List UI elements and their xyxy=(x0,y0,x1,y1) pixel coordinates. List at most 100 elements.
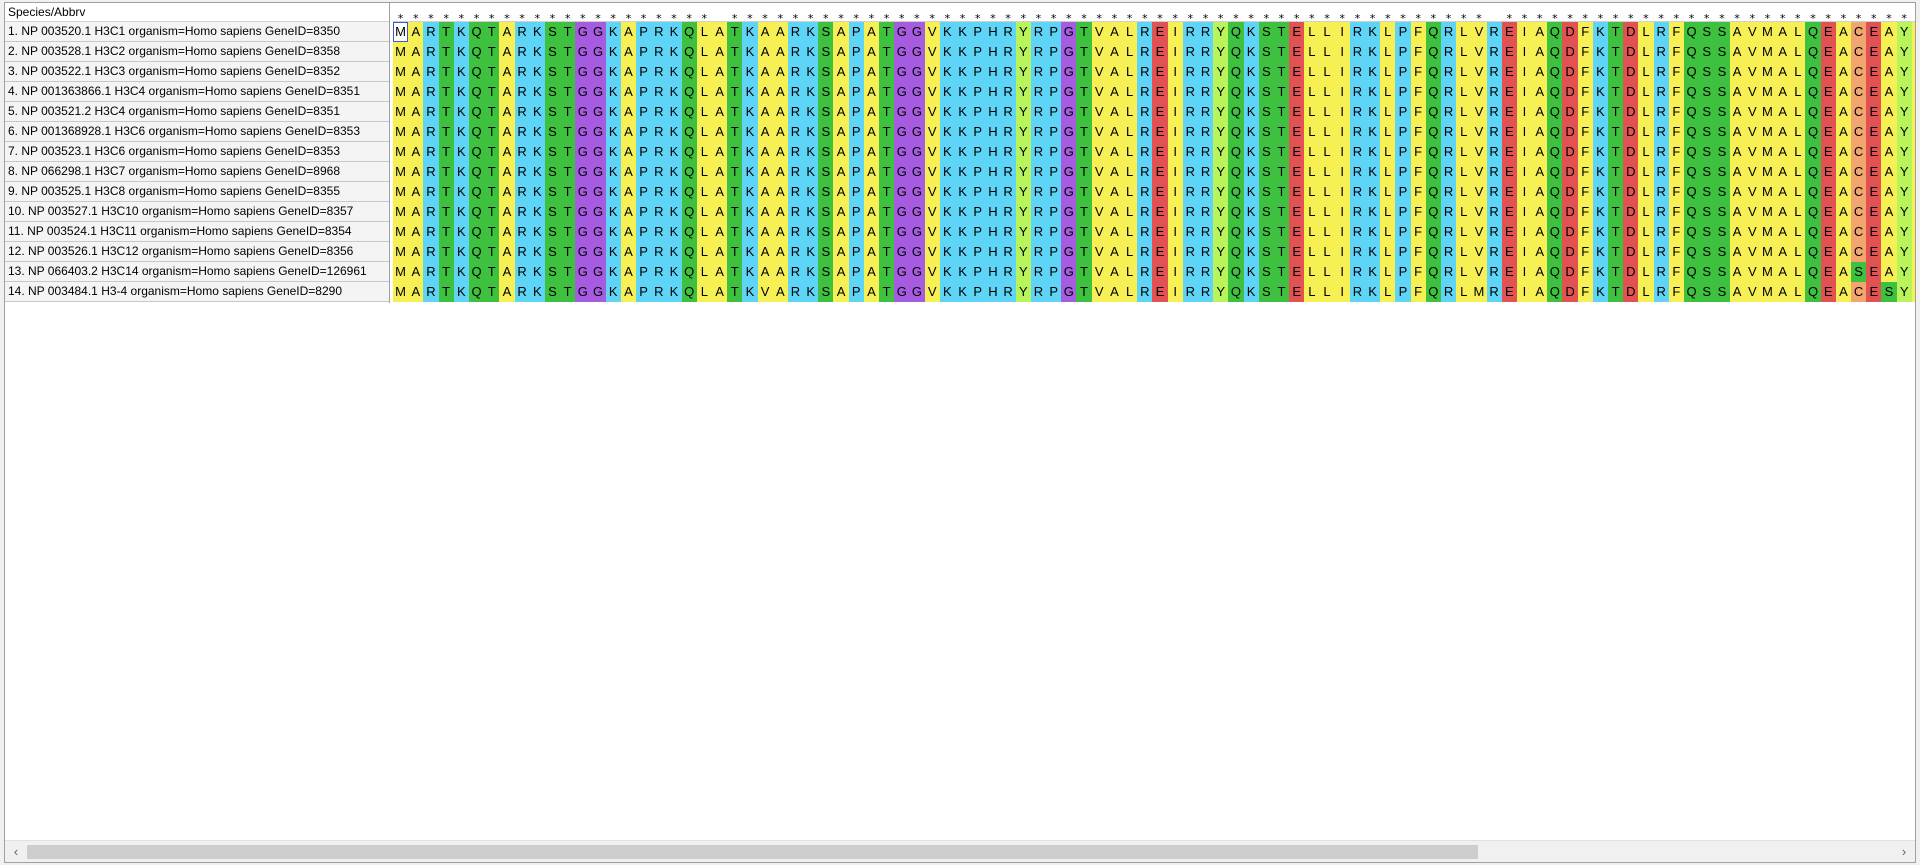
residue-cell[interactable]: A xyxy=(833,82,849,102)
residue-cell[interactable]: T xyxy=(438,262,454,282)
residue-cell[interactable]: G xyxy=(1061,282,1077,302)
residue-cell[interactable]: K xyxy=(666,222,682,242)
residue-cell[interactable]: L xyxy=(1319,182,1335,202)
residue-cell[interactable]: G xyxy=(590,102,606,122)
residue-cell[interactable]: F xyxy=(1410,262,1426,282)
residue-cell[interactable]: Q xyxy=(1805,22,1821,42)
residue-cell[interactable]: R xyxy=(1486,162,1502,182)
residue-cell[interactable]: Q xyxy=(1805,242,1821,262)
residue-cell[interactable]: L xyxy=(1304,82,1320,102)
residue-cell[interactable]: F xyxy=(1410,222,1426,242)
residue-cell[interactable]: V xyxy=(1471,162,1487,182)
residue-cell[interactable]: R xyxy=(1000,22,1016,42)
residue-cell[interactable]: Q xyxy=(1425,182,1441,202)
species-row[interactable]: 1. NP 003520.1 H3C1 organism=Homo sapien… xyxy=(5,22,389,42)
residue-cell[interactable]: A xyxy=(1729,82,1745,102)
residue-cell[interactable]: T xyxy=(560,242,576,262)
residue-cell[interactable]: R xyxy=(787,142,804,162)
residue-cell[interactable]: R xyxy=(1197,22,1214,42)
residue-cell[interactable]: P xyxy=(848,102,864,122)
residue-cell[interactable]: T xyxy=(1608,242,1624,262)
residue-cell[interactable]: V xyxy=(1091,102,1107,122)
residue-cell[interactable]: G xyxy=(1061,62,1077,82)
residue-cell[interactable]: Y xyxy=(1213,202,1229,222)
residue-cell[interactable]: S xyxy=(544,82,561,102)
species-row[interactable]: 5. NP 003521.2 H3C4 organism=Homo sapien… xyxy=(5,102,389,122)
residue-cell[interactable]: Q xyxy=(1228,222,1244,242)
residue-cell[interactable]: T xyxy=(1608,122,1624,142)
residue-cell[interactable]: R xyxy=(1197,122,1214,142)
residue-cell[interactable]: G xyxy=(909,202,925,222)
residue-cell[interactable]: R xyxy=(423,222,439,242)
residue-cell[interactable]: K xyxy=(1365,222,1381,242)
residue-cell[interactable]: P xyxy=(1395,162,1411,182)
residue-cell[interactable]: G xyxy=(575,42,591,62)
residue-cell[interactable]: R xyxy=(1182,262,1198,282)
residue-cell[interactable]: A xyxy=(757,82,773,102)
residue-cell[interactable]: K xyxy=(939,22,955,42)
residue-cell[interactable]: A xyxy=(863,42,879,62)
residue-cell[interactable]: R xyxy=(1000,222,1016,242)
residue-cell[interactable]: A xyxy=(1532,42,1548,62)
residue-cell[interactable]: A xyxy=(1106,102,1122,122)
residue-cell[interactable]: V xyxy=(924,102,940,122)
residue-cell[interactable]: H xyxy=(985,222,1001,242)
residue-cell[interactable]: F xyxy=(1577,162,1593,182)
residue-cell[interactable]: A xyxy=(1835,182,1851,202)
residue-cell[interactable]: L xyxy=(1380,42,1396,62)
residue-cell[interactable]: Q xyxy=(1228,122,1244,142)
residue-cell[interactable]: I xyxy=(1516,202,1533,222)
residue-cell[interactable]: H xyxy=(985,122,1001,142)
residue-cell[interactable]: T xyxy=(1076,282,1092,302)
residue-cell[interactable]: R xyxy=(1137,142,1153,162)
residue-cell[interactable]: A xyxy=(1729,182,1745,202)
residue-cell[interactable]: R xyxy=(787,222,804,242)
residue-cell[interactable]: V xyxy=(1471,42,1487,62)
residue-cell[interactable]: S xyxy=(544,122,561,142)
residue-cell[interactable]: L xyxy=(696,262,712,282)
residue-cell[interactable]: L xyxy=(1304,182,1320,202)
residue-cell[interactable]: G xyxy=(894,42,910,62)
residue-cell[interactable]: A xyxy=(499,262,515,282)
residue-cell[interactable]: Q xyxy=(1683,142,1700,162)
residue-cell[interactable]: T xyxy=(727,202,743,222)
residue-cell[interactable]: A xyxy=(408,122,424,142)
residue-cell[interactable]: G xyxy=(575,62,591,82)
residue-cell[interactable]: R xyxy=(1486,102,1502,122)
residue-cell[interactable]: A xyxy=(711,162,728,182)
residue-cell[interactable]: E xyxy=(1866,282,1882,302)
residue-cell[interactable]: L xyxy=(696,182,712,202)
residue-cell[interactable]: A xyxy=(1775,62,1791,82)
residue-cell[interactable]: D xyxy=(1562,262,1578,282)
residue-cell[interactable]: P xyxy=(970,82,986,102)
residue-cell[interactable]: R xyxy=(651,82,667,102)
residue-cell[interactable]: F xyxy=(1668,202,1684,222)
residue-cell[interactable]: V xyxy=(1091,22,1107,42)
residue-cell[interactable]: V xyxy=(924,282,940,302)
residue-cell[interactable]: E xyxy=(1152,22,1168,42)
residue-cell[interactable]: M xyxy=(393,122,409,142)
residue-cell[interactable]: Y xyxy=(1015,22,1031,42)
residue-cell[interactable]: E xyxy=(1289,82,1305,102)
residue-cell[interactable]: S xyxy=(818,282,834,302)
residue-cell[interactable]: K xyxy=(803,102,819,122)
residue-cell[interactable]: E xyxy=(1501,282,1517,302)
residue-cell[interactable]: L xyxy=(1380,222,1396,242)
residue-cell[interactable]: E xyxy=(1820,262,1836,282)
residue-cell[interactable]: R xyxy=(1440,162,1457,182)
residue-cell[interactable]: R xyxy=(1000,82,1016,102)
residue-cell[interactable]: A xyxy=(1106,222,1122,242)
residue-cell[interactable]: G xyxy=(909,122,925,142)
residue-cell[interactable]: R xyxy=(1653,242,1669,262)
residue-cell[interactable]: T xyxy=(727,42,743,62)
residue-cell[interactable]: A xyxy=(757,222,773,242)
residue-cell[interactable]: K xyxy=(666,282,682,302)
residue-cell[interactable]: P xyxy=(848,202,864,222)
residue-cell[interactable]: A xyxy=(408,202,424,222)
residue-cell[interactable]: G xyxy=(909,282,925,302)
residue-cell[interactable]: A xyxy=(1106,282,1122,302)
residue-cell[interactable]: S xyxy=(1714,282,1730,302)
residue-cell[interactable]: S xyxy=(1258,282,1274,302)
residue-cell[interactable]: R xyxy=(514,162,530,182)
residue-cell[interactable]: G xyxy=(590,202,606,222)
